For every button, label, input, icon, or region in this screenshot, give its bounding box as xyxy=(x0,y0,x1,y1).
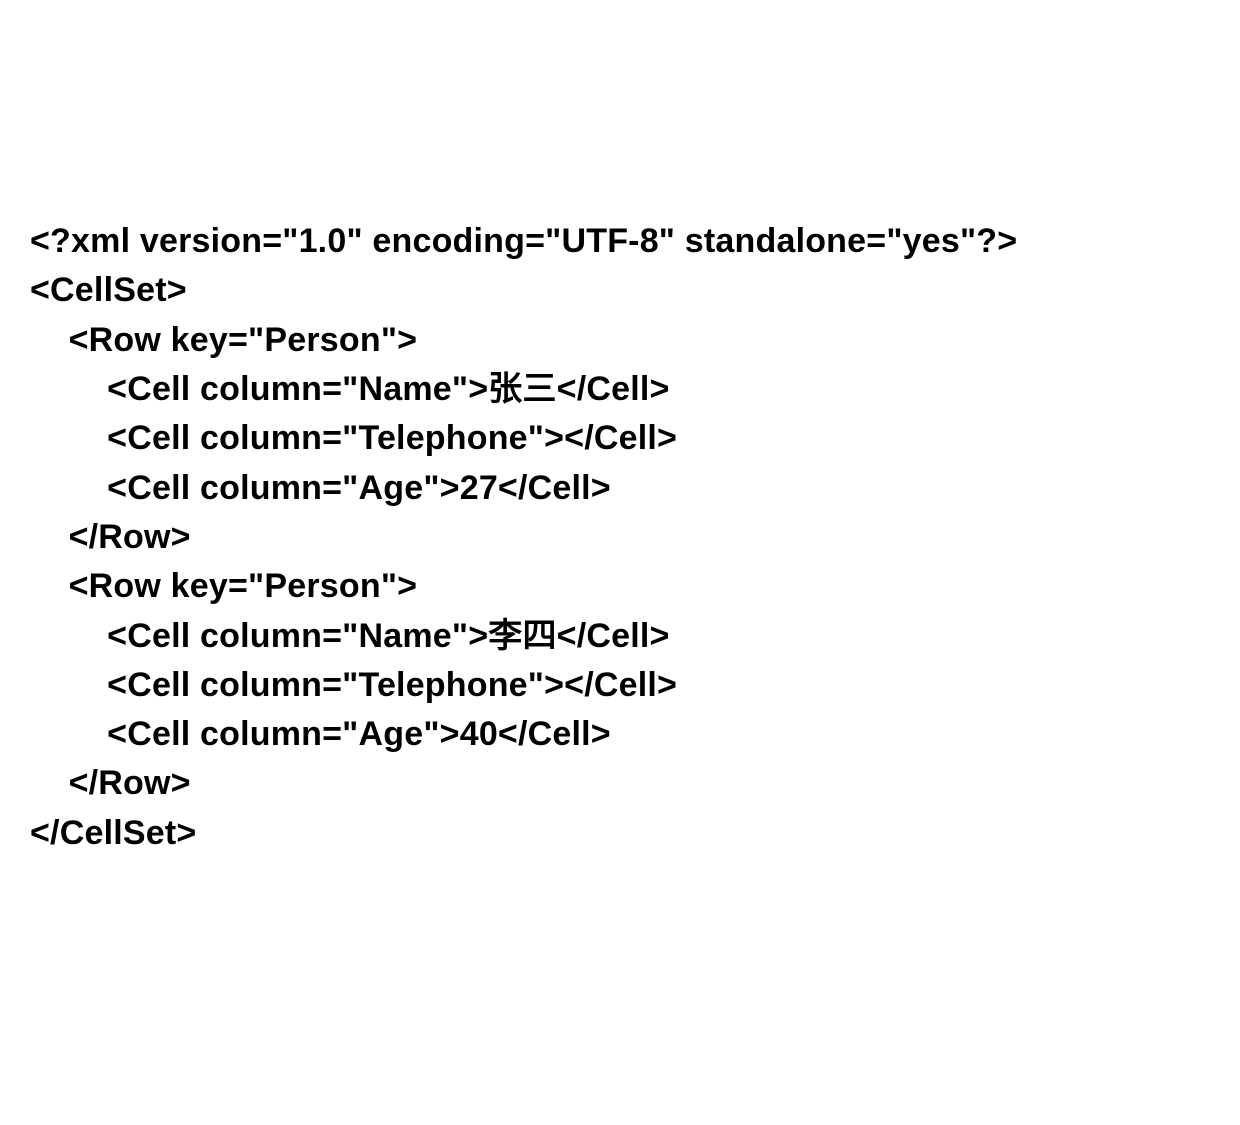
row-close: </Row> xyxy=(69,764,191,802)
xml-code-block: <?xml version="1.0" encoding="UTF-8" sta… xyxy=(30,217,1210,858)
cell-line: <Cell column="Name">张三</Cell> xyxy=(107,370,669,408)
cell-line: <Cell column="Age">40</Cell> xyxy=(107,715,611,753)
cell-line: <Cell column="Age">27</Cell> xyxy=(107,469,611,507)
row-open: <Row key="Person"> xyxy=(69,567,418,605)
cellset-close: </CellSet> xyxy=(30,814,196,852)
cell-line: <Cell column="Telephone"></Cell> xyxy=(107,419,677,457)
row-open: <Row key="Person"> xyxy=(69,321,418,359)
cell-line: <Cell column="Name">李四</Cell> xyxy=(107,617,669,655)
row-close: </Row> xyxy=(69,518,191,556)
xml-declaration: <?xml version="1.0" encoding="UTF-8" sta… xyxy=(30,222,1017,260)
cell-line: <Cell column="Telephone"></Cell> xyxy=(107,666,677,704)
cellset-open: <CellSet> xyxy=(30,271,187,309)
